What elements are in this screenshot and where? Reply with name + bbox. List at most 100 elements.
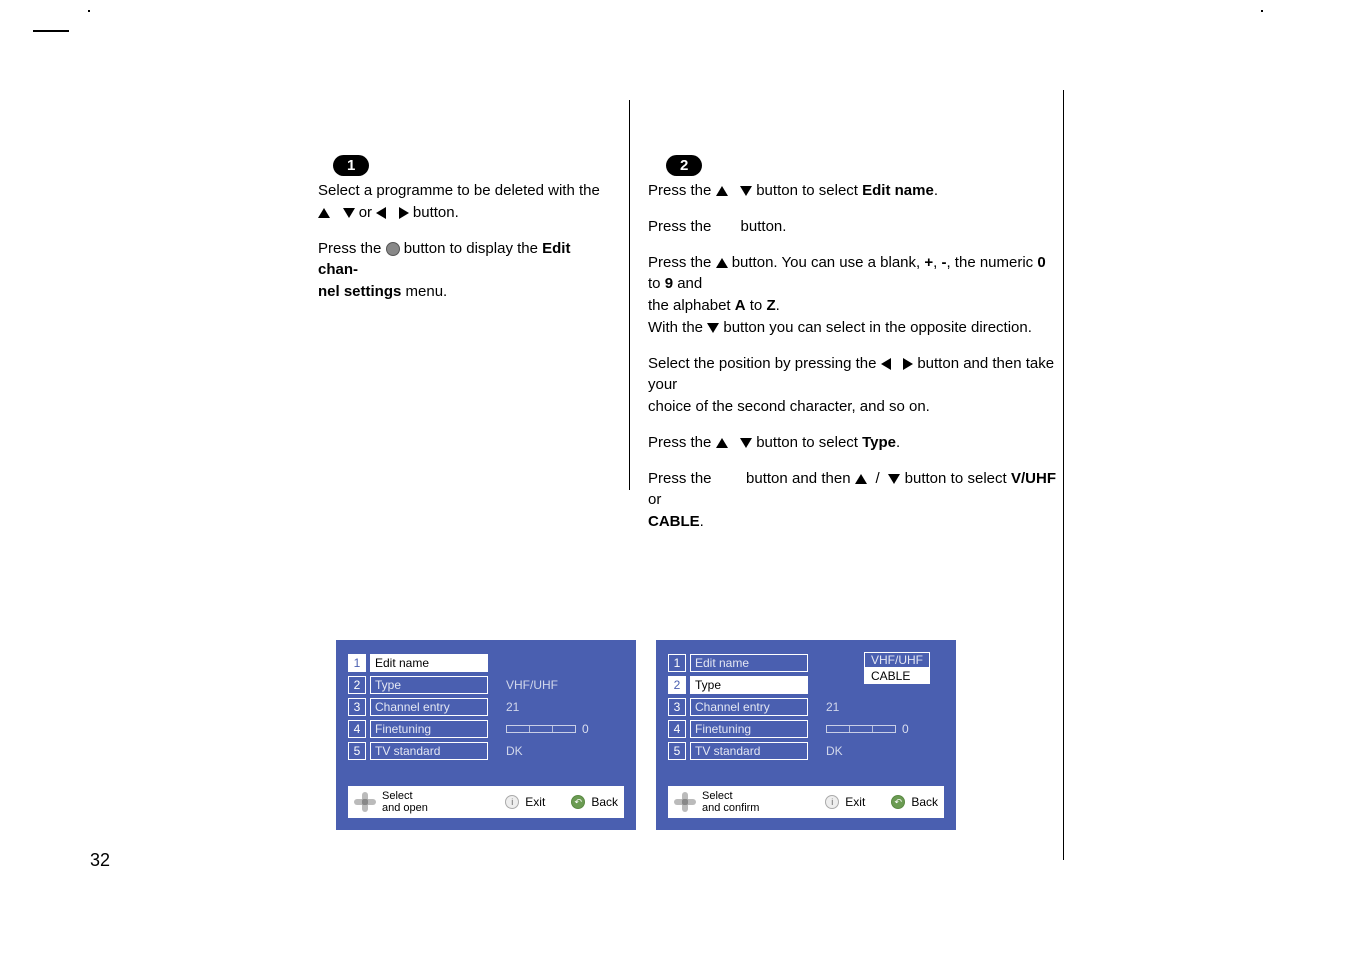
hint-exit: Exit: [525, 795, 545, 809]
menu-num: 5: [668, 742, 686, 760]
step-1-text: Select a programme to be deleted with th…: [318, 180, 614, 317]
menu-row-5[interactable]: 5 TV standard DK: [348, 742, 624, 760]
menu-num: 3: [348, 698, 366, 716]
text: to: [746, 297, 767, 314]
arrow-right-icon: [399, 207, 409, 219]
text: Press the: [648, 182, 716, 199]
menu-num: 3: [668, 698, 686, 716]
text-bold: nel settings: [318, 283, 401, 300]
finetuning-slider: [826, 725, 896, 733]
type-label: Type: [862, 434, 896, 451]
text: , the numeric: [946, 254, 1037, 271]
hint-back: Back: [591, 795, 618, 809]
menu-label: Type: [690, 676, 808, 694]
back-icon: ↶: [891, 795, 905, 809]
text: Press the: [648, 254, 716, 271]
dpad-icon: [674, 792, 696, 812]
text: Press the: [648, 470, 716, 487]
letter-a: A: [735, 297, 746, 314]
text: button. You can use a blank,: [732, 254, 925, 271]
page-number: 32: [90, 850, 110, 871]
menu-label: TV standard: [370, 742, 488, 760]
menu-row-2[interactable]: 2 Type VHF/UHF: [348, 676, 624, 694]
text: the alphabet: [648, 297, 735, 314]
menu-value: VHF/UHF: [506, 678, 558, 692]
menu-label: Finetuning: [690, 720, 808, 738]
text: Press the: [648, 218, 716, 235]
info-icon: i: [825, 795, 839, 809]
type-dropdown[interactable]: VHF/UHF CABLE: [850, 652, 930, 684]
text: .: [934, 182, 938, 199]
crop-mark-dot-tr: [1261, 10, 1263, 12]
text: and: [673, 275, 702, 292]
dpad-icon: [354, 792, 376, 812]
step-2-section: 2: [666, 155, 702, 182]
hint-select-1: Select: [702, 790, 759, 802]
arrow-down-icon: [740, 186, 752, 196]
text: button to display the: [404, 240, 542, 257]
crop-mark-dot-tl: [88, 10, 90, 12]
hint-select: Select and confirm: [702, 790, 759, 814]
text: button and then: [746, 470, 855, 487]
menu-label: TV standard: [690, 742, 808, 760]
menu-num: 4: [668, 720, 686, 738]
text: button to select: [756, 182, 862, 199]
menu-row-1[interactable]: 1 Edit name: [348, 654, 624, 672]
menu-card-right: 1 Edit name VHF/UHF CABLE 2 Type 3 Chann…: [656, 640, 956, 830]
hint-bar: Select and confirm i Exit ↶ Back: [668, 786, 944, 818]
menu-row-1[interactable]: 1 Edit name VHF/UHF CABLE: [668, 654, 944, 672]
text: or: [359, 204, 377, 221]
menu-row-3[interactable]: 3 Channel entry 21: [348, 698, 624, 716]
menu-label: Channel entry: [370, 698, 488, 716]
text: .: [700, 513, 704, 530]
letter-z: Z: [766, 297, 775, 314]
menu-value: DK: [826, 744, 843, 758]
menu-num: 2: [348, 676, 366, 694]
menu-label: Edit name: [370, 654, 488, 672]
menu-row-3[interactable]: 3 Channel entry 21: [668, 698, 944, 716]
text: choice of the second character, and so o…: [648, 398, 930, 415]
text: Press the: [318, 240, 386, 257]
dropdown-option-2[interactable]: CABLE: [864, 668, 930, 684]
menu-label: Type: [370, 676, 488, 694]
slider-value: 0: [902, 722, 909, 736]
step1-para2: Press the button to display the Edit cha…: [318, 238, 614, 303]
text: or: [648, 491, 661, 508]
step-2-text: Press the button to select Edit name. Pr…: [648, 180, 1056, 547]
menu-value: 21: [826, 700, 839, 714]
menu-num: 2: [668, 676, 686, 694]
arrow-left-icon: [376, 207, 386, 219]
text: button to select: [905, 470, 1011, 487]
step2-line8: Press the button to select Type.: [648, 432, 1056, 454]
slider-value: 0: [582, 722, 589, 736]
arrow-down-icon: [343, 208, 355, 218]
step2-line1: Press the button to select Edit name.: [648, 180, 1056, 202]
menu-label: Edit name: [690, 654, 808, 672]
arrow-up-icon: [716, 438, 728, 448]
column-divider: [629, 100, 630, 490]
arrow-up-icon: [716, 186, 728, 196]
menu-card-left: 1 Edit name 2 Type VHF/UHF 3 Channel ent…: [336, 640, 636, 830]
text: .: [776, 297, 780, 314]
hint-bar: Select and open i Exit ↶ Back: [348, 786, 624, 818]
menu-label: Finetuning: [370, 720, 488, 738]
step-1-section: 1: [333, 155, 369, 182]
step2-line6: Select the position by pressing the butt…: [648, 353, 1056, 418]
hint-back: Back: [911, 795, 938, 809]
menu-row-4[interactable]: 4 Finetuning 0: [348, 720, 624, 738]
menu-value: 21: [506, 700, 519, 714]
text: menu.: [406, 283, 448, 300]
menu-value: DK: [506, 744, 523, 758]
step1-para1: Select a programme to be deleted with th…: [318, 180, 614, 224]
text: With the: [648, 319, 707, 336]
arrow-down-icon: [888, 474, 900, 484]
arrow-down-icon: [740, 438, 752, 448]
hint-select-2: and open: [382, 802, 428, 814]
hint-exit: Exit: [845, 795, 865, 809]
step2-line3: Press the button. You can use a blank, +…: [648, 252, 1056, 339]
text: Select a programme to be deleted with th…: [318, 182, 600, 199]
step-1-badge: 1: [333, 155, 369, 176]
dropdown-option-1[interactable]: VHF/UHF: [864, 652, 930, 668]
menu-row-5[interactable]: 5 TV standard DK: [668, 742, 944, 760]
menu-row-4[interactable]: 4 Finetuning 0: [668, 720, 944, 738]
